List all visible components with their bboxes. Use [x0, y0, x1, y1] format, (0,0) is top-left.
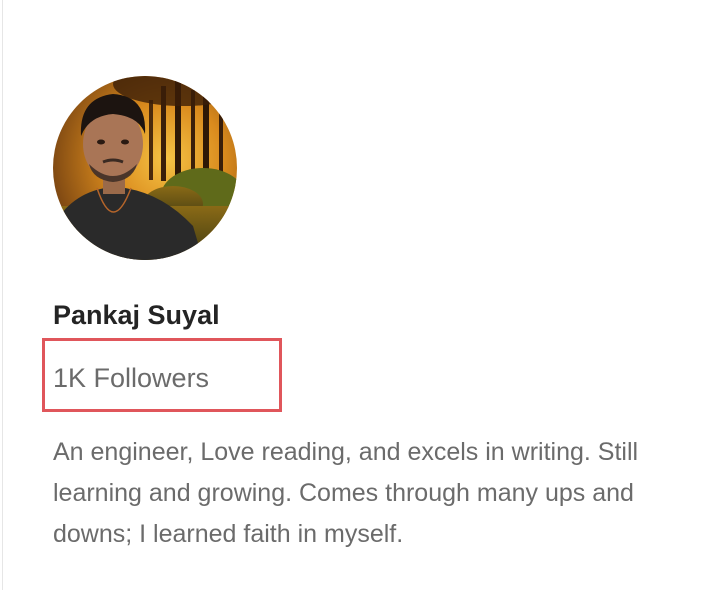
- avatar[interactable]: [53, 76, 237, 260]
- avatar-image: [53, 76, 237, 260]
- profile-name[interactable]: Pankaj Suyal: [53, 298, 220, 332]
- profile-bio: An engineer, Love reading, and excels in…: [53, 438, 639, 548]
- profile-card: Pankaj Suyal 1K Followers An engineer, L…: [0, 0, 716, 590]
- followers-count-link[interactable]: 1K Followers: [53, 361, 209, 395]
